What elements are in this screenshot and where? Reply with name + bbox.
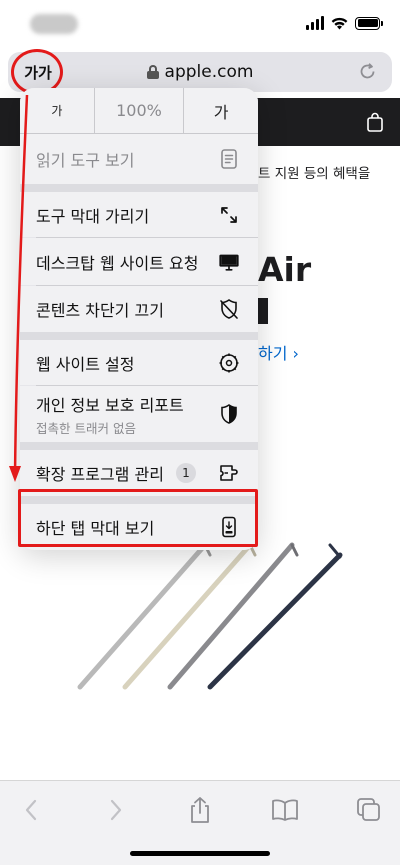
menu-section-gap [20, 184, 258, 192]
lock-icon [146, 65, 159, 79]
cellular-signal-icon [306, 16, 324, 30]
tabs-button[interactable] [354, 795, 384, 825]
shield-off-icon [218, 298, 240, 320]
expand-arrows-icon [218, 204, 240, 226]
menu-item-label: 읽기 도구 보기 [36, 151, 135, 170]
extension-icon [218, 462, 240, 484]
zoom-level[interactable]: 100% [95, 88, 185, 133]
menu-item-privacy-report[interactable]: 개인 정보 보호 리포트 접촉한 트래커 없음 [20, 386, 258, 442]
promo-banner-text: 트 지원 등의 혜택을 [258, 166, 371, 182]
menu-item-label: 콘텐츠 차단기 끄기 [36, 301, 164, 320]
menu-item-label: 도구 막대 가리기 [36, 206, 150, 226]
zoom-controls: 가 100% 가 [20, 88, 258, 134]
status-icons [306, 16, 383, 30]
chevron-right-icon [110, 799, 122, 821]
menu-item-label: 웹 사이트 설정 [36, 354, 135, 374]
forward-button[interactable] [101, 795, 131, 825]
menu-item-label: 데스크탑 웹 사이트 요청 [36, 253, 199, 273]
gear-icon [218, 352, 240, 374]
extensions-count-badge: 1 [176, 463, 196, 483]
menu-item-label: 확장 프로그램 관리 [36, 465, 164, 484]
page-settings-menu: 가 100% 가 읽기 도구 보기 도구 막대 가리기 데스크탑 웹 사이트 요… [20, 88, 258, 550]
status-bar [0, 0, 400, 48]
menu-item-website-settings[interactable]: 웹 사이트 설정 [20, 340, 258, 385]
book-icon [272, 799, 298, 821]
menu-item-desktop-site[interactable]: 데스크탑 웹 사이트 요청 [20, 238, 258, 285]
status-time-blurred [30, 14, 78, 34]
address-bar[interactable]: apple.com 가가 [8, 52, 392, 92]
wifi-icon [331, 17, 348, 29]
share-button[interactable] [185, 795, 215, 825]
zoom-in-button[interactable]: 가 [184, 88, 258, 133]
monitor-icon [218, 251, 240, 273]
privacy-shield-icon [218, 403, 240, 425]
home-indicator [130, 851, 270, 856]
menu-section-gap [20, 332, 258, 340]
reload-icon[interactable] [358, 62, 378, 82]
zoom-out-button[interactable]: 가 [20, 88, 95, 133]
menu-section-gap [20, 442, 258, 450]
share-icon [191, 797, 209, 823]
menu-item-label: 개인 정보 보호 리포트 접촉한 트래커 없음 [36, 392, 218, 437]
hero-title: Air [258, 250, 312, 289]
hero-badge [258, 298, 268, 324]
battery-icon [355, 16, 383, 30]
chevron-left-icon [25, 799, 37, 821]
domain-text: apple.com [164, 62, 254, 82]
bag-icon[interactable] [366, 112, 384, 132]
menu-item-content-blockers[interactable]: 콘텐츠 차단기 끄기 [20, 286, 258, 332]
hero-link[interactable]: 하기 › [258, 340, 299, 364]
menu-item-reader-view[interactable]: 읽기 도구 보기 [20, 134, 258, 184]
privacy-report-label: 개인 정보 보호 리포트 [36, 395, 184, 415]
reader-icon [218, 148, 240, 170]
tabs-icon [357, 798, 380, 821]
url-display[interactable]: apple.com [8, 52, 392, 92]
page-lower-area [0, 722, 400, 782]
back-button[interactable] [16, 795, 46, 825]
privacy-report-sublabel: 접촉한 트래커 없음 [36, 420, 136, 436]
menu-item-hide-toolbar[interactable]: 도구 막대 가리기 [20, 192, 258, 237]
bookmarks-button[interactable] [270, 795, 300, 825]
bottom-tab-bar-highlight-box [18, 489, 258, 547]
